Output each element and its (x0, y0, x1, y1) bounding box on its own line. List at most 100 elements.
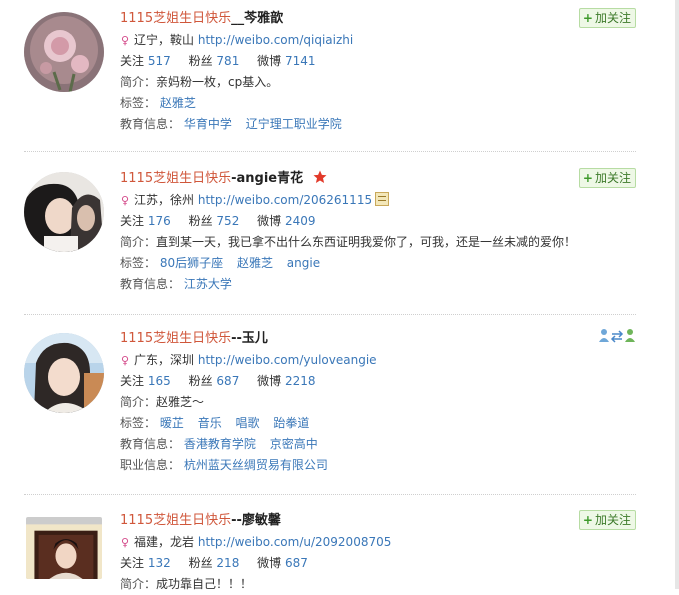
profile-url[interactable]: http://weibo.com/yuloveangie (198, 353, 377, 367)
user-name[interactable]: 1115芝姐生日快乐--玉儿 (120, 328, 636, 350)
fans-label: 粉丝 (188, 374, 213, 388)
location: 广东，深圳 (134, 353, 195, 367)
weibo-label: 微博 (257, 556, 282, 570)
fans-count[interactable]: 752 (216, 214, 239, 228)
weibo-label: 微博 (257, 374, 282, 388)
weibo-count[interactable]: 2409 (285, 214, 316, 228)
plus-icon: + (582, 171, 593, 185)
avatar[interactable] (24, 333, 104, 413)
mutual-follow-icon[interactable] (598, 328, 636, 344)
follow-label: 关注 (120, 556, 145, 570)
weibo-count[interactable]: 2218 (285, 374, 316, 388)
edu-link[interactable]: 京密高中 (270, 437, 318, 451)
follow-count[interactable]: 132 (148, 556, 171, 570)
edu-link[interactable]: 江苏大学 (184, 277, 232, 291)
user-name[interactable]: 1115芝姐生日快乐--廖敏馨 (120, 510, 636, 532)
tag-link[interactable]: 跆拳道 (273, 416, 309, 430)
fans-label: 粉丝 (188, 556, 213, 570)
follow-button[interactable]: + 加关注 (578, 168, 636, 188)
user-card: 1115芝姐生日快乐-angie青花 ♀ 江苏，徐州 http://weibo.c… (24, 168, 636, 315)
career-link[interactable]: 杭州蓝天丝绸贸易有限公司 (184, 458, 328, 472)
follow-button-label: 加关注 (594, 171, 631, 185)
fans-count[interactable]: 781 (216, 54, 239, 68)
fans-count[interactable]: 218 (216, 556, 239, 570)
intro-text: 赵雅芝～ (156, 395, 205, 409)
avatar[interactable] (24, 172, 104, 252)
location: 辽宁，鞍山 (134, 33, 195, 47)
user-card: 1115芝姐生日快乐--廖敏馨 ♀ 福建，龙岩 http://weibo.com/… (24, 510, 636, 591)
avatar-image (26, 524, 102, 579)
edu-label: 教育信息： (120, 277, 181, 291)
name-prefix[interactable]: 1115芝姐生日快乐 (120, 513, 231, 528)
tag-link[interactable]: 音乐 (198, 416, 222, 430)
fans-count[interactable]: 687 (216, 374, 239, 388)
avatar-image (24, 333, 104, 413)
avatar-image (24, 172, 104, 252)
name-prefix[interactable]: 1115芝姐生日快乐 (120, 331, 231, 346)
edu-label: 教育信息： (120, 437, 181, 451)
location: 福建，龙岩 (134, 535, 195, 549)
avatar[interactable] (24, 12, 104, 92)
edu-link[interactable]: 辽宁理工职业学院 (246, 117, 342, 131)
intro-label: 简介： (120, 235, 157, 249)
tags-label: 标签： (120, 256, 157, 270)
name-prefix[interactable]: 1115芝姐生日快乐 (120, 11, 231, 26)
tag-link[interactable]: 80后狮子座 (160, 256, 223, 270)
follow-button[interactable]: + 加关注 (578, 8, 636, 28)
avatar[interactable] (26, 517, 102, 579)
fans-label: 粉丝 (188, 214, 213, 228)
name-main[interactable]: __芩雅歆 (231, 11, 283, 26)
follow-count[interactable]: 176 (148, 214, 171, 228)
tags-label: 标签： (120, 96, 157, 110)
follow-label: 关注 (120, 374, 145, 388)
user-name[interactable]: 1115芝姐生日快乐-angie青花 (120, 168, 636, 190)
user-card: 1115芝姐生日快乐--玉儿 ♀ 广东，深圳 http://weibo.com/y… (24, 328, 636, 495)
female-icon: ♀ (120, 536, 130, 549)
profile-url[interactable]: http://weibo.com/qiqiaizhi (198, 33, 353, 47)
edu-label: 教育信息： (120, 117, 181, 131)
tag-link[interactable]: 赵雅芝 (237, 256, 273, 270)
follow-button[interactable]: + 加关注 (578, 510, 636, 530)
tags-label: 标签： (120, 416, 157, 430)
edu-link[interactable]: 华育中学 (184, 117, 232, 131)
plus-icon: + (582, 513, 593, 527)
tag-link[interactable]: angie (287, 256, 320, 270)
profile-url[interactable]: http://weibo.com/u/2092008705 (198, 535, 392, 549)
follow-label: 关注 (120, 54, 145, 68)
fans-label: 粉丝 (188, 54, 213, 68)
name-prefix[interactable]: 1115芝姐生日快乐 (120, 171, 231, 186)
tag-link[interactable]: 暧芷 (160, 416, 184, 430)
star-icon[interactable] (313, 170, 327, 184)
edu-link[interactable]: 香港教育学院 (184, 437, 256, 451)
plus-icon: + (582, 11, 593, 25)
id-card-icon[interactable] (375, 192, 390, 206)
weibo-count[interactable]: 687 (285, 556, 308, 570)
follow-count[interactable]: 517 (148, 54, 171, 68)
female-icon: ♀ (120, 354, 130, 367)
weibo-label: 微博 (257, 214, 282, 228)
user-name[interactable]: 1115芝姐生日快乐__芩雅歆 (120, 8, 636, 30)
career-label: 职业信息： (120, 458, 181, 472)
follow-button-label: 加关注 (594, 11, 631, 25)
follow-label: 关注 (120, 214, 145, 228)
avatar-image (24, 12, 104, 92)
page-scrollbar[interactable] (675, 0, 679, 589)
name-main[interactable]: --玉儿 (231, 331, 268, 346)
follow-count[interactable]: 165 (148, 374, 171, 388)
weibo-label: 微博 (257, 54, 282, 68)
tag-link[interactable]: 赵雅芝 (160, 96, 196, 110)
follow-button-label: 加关注 (594, 513, 631, 527)
intro-text: 直到某一天，我已拿不出什么东西证明我爱你了，可我，还是一丝未减的爱你！ (156, 235, 577, 249)
weibo-count[interactable]: 7141 (285, 54, 316, 68)
female-icon: ♀ (120, 34, 130, 47)
user-card: 1115芝姐生日快乐__芩雅歆 ♀ 辽宁，鞍山 http://weibo.com/… (24, 8, 636, 152)
female-icon: ♀ (120, 194, 130, 207)
location: 江苏，徐州 (134, 193, 195, 207)
profile-url[interactable]: http://weibo.com/206261115 (198, 193, 372, 207)
name-main[interactable]: --廖敏馨 (231, 513, 281, 528)
tag-link[interactable]: 唱歌 (236, 416, 260, 430)
intro-label: 简介： (120, 75, 157, 89)
name-main[interactable]: -angie青花 (231, 171, 303, 186)
intro-text: 亲妈粉一枚，cp基入。 (156, 75, 279, 89)
intro-label: 简介： (120, 395, 157, 409)
